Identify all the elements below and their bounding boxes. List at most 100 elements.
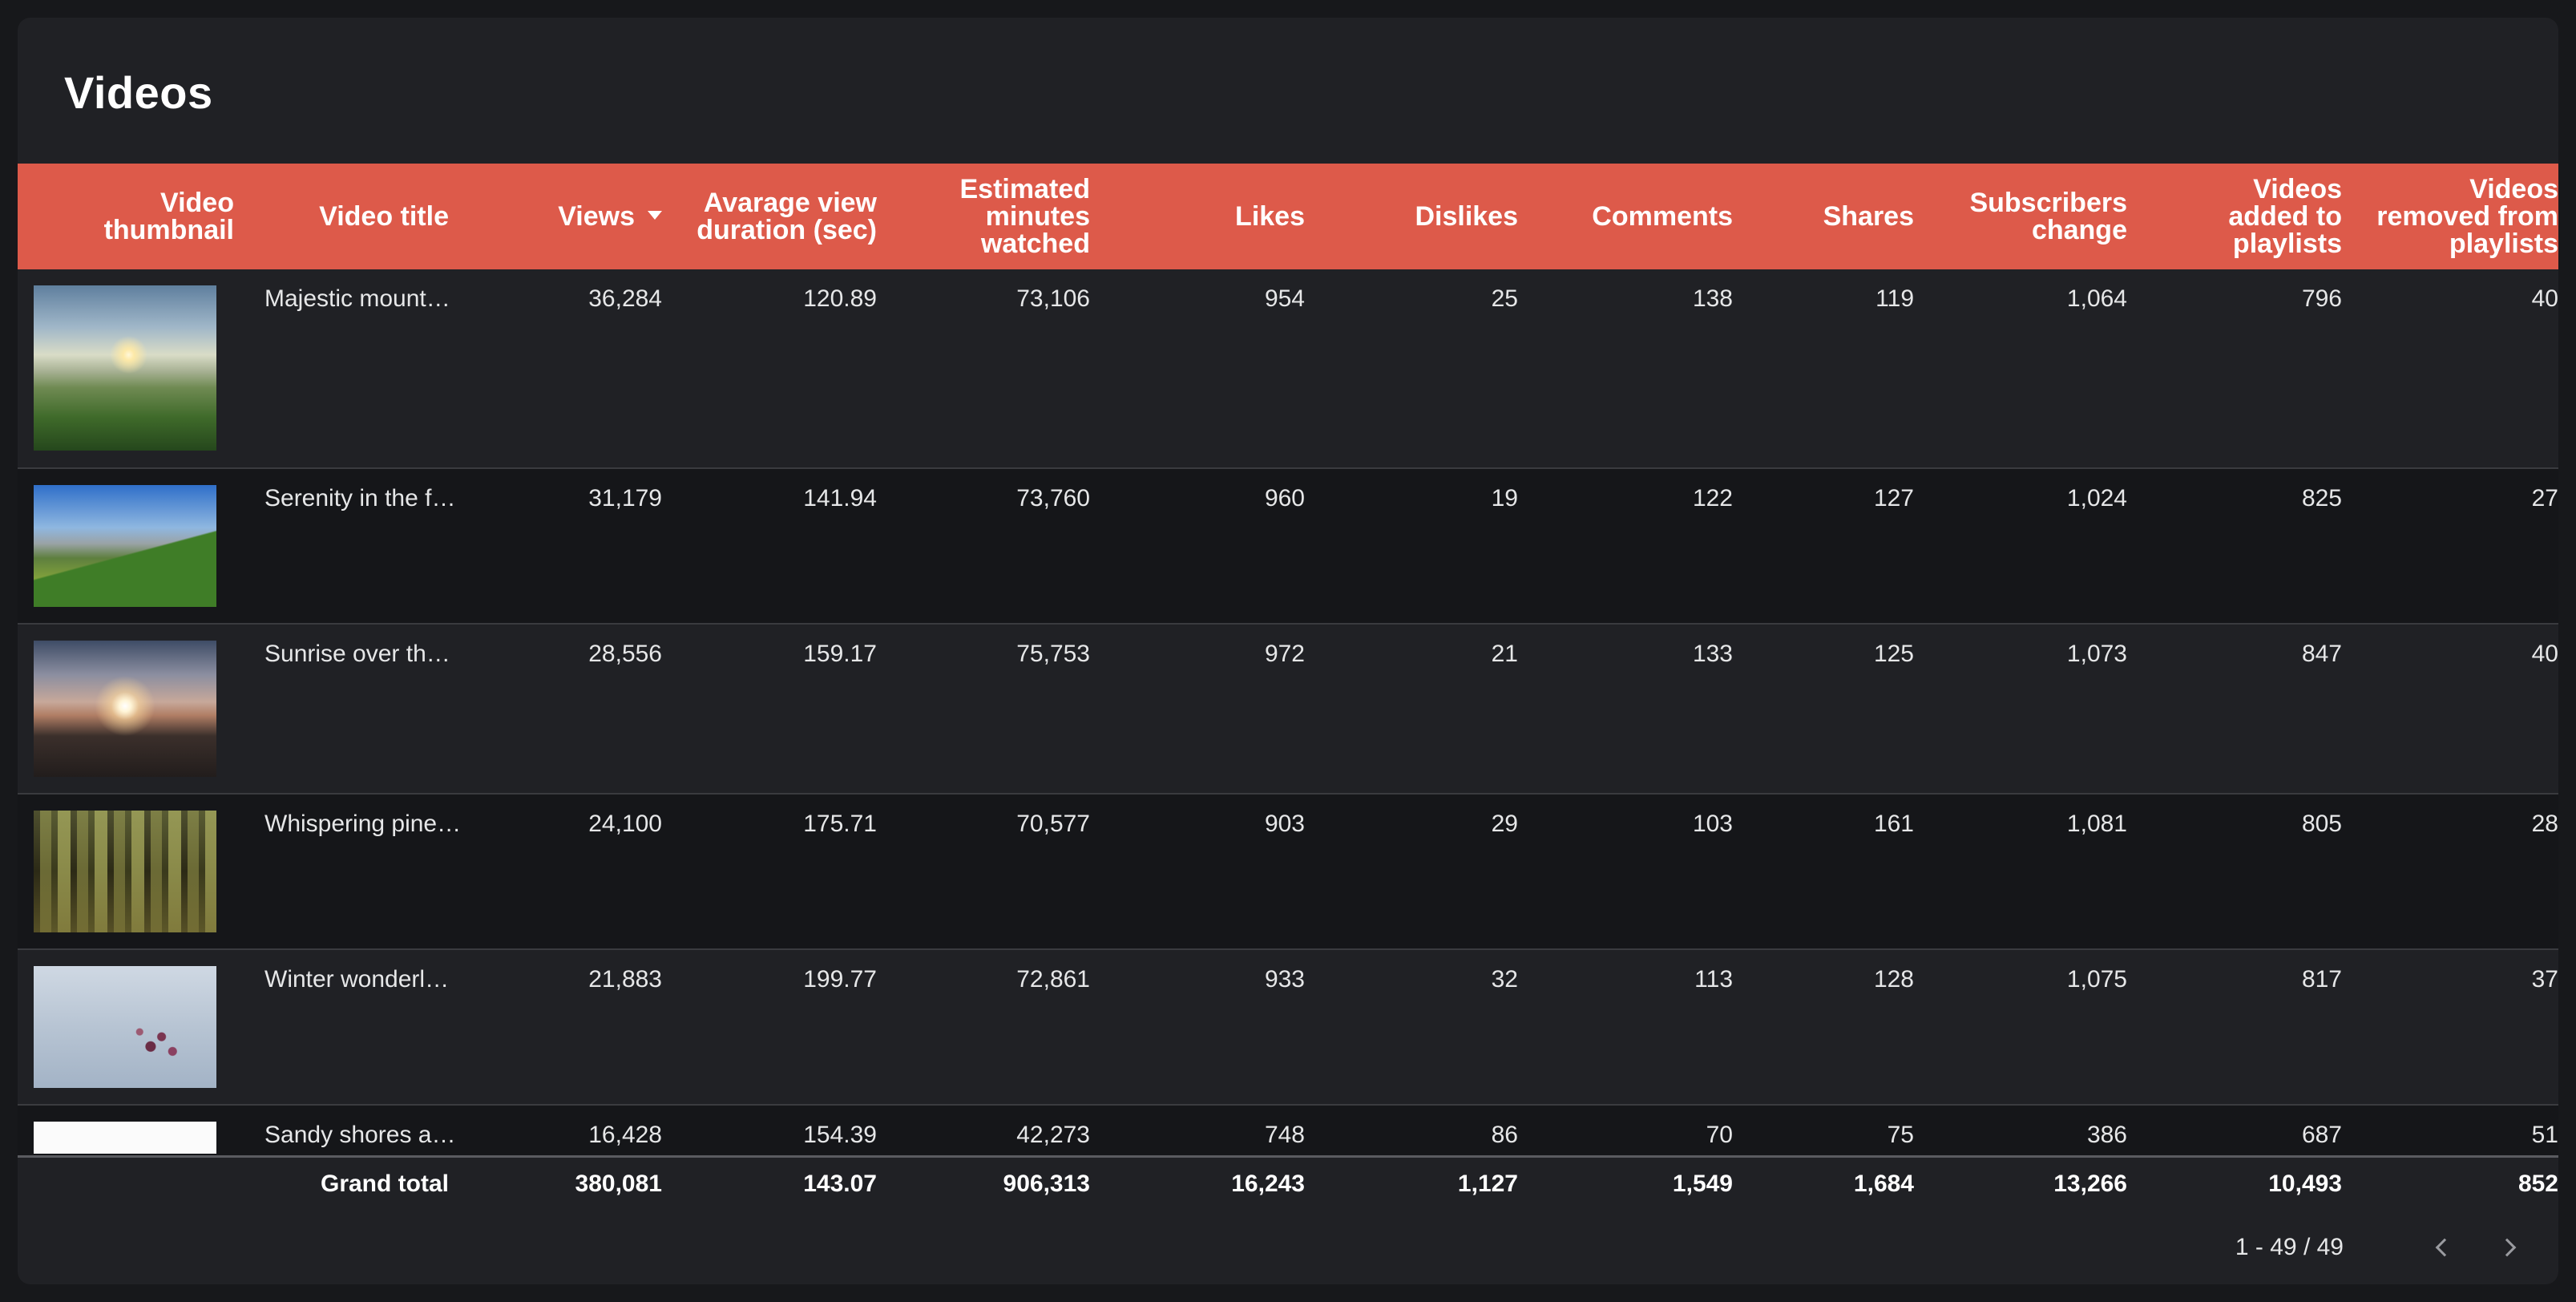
column-header-likes[interactable]: Likes [1106,164,1321,269]
added-playlists-value: 825 [2143,468,2358,625]
pagination-range: 1 - 49 / 49 [2235,1234,2344,1260]
total-dislikes: 1,127 [1457,1170,1518,1197]
shares-value: 119 [1749,269,1930,469]
chevron-left-icon [2435,1238,2454,1257]
pine-forest-image[interactable] [34,811,216,932]
comments-value: 70 [1706,1122,1733,1148]
video-title[interactable]: Sandy shores a… [250,1105,465,1156]
removed-playlists-value: 27 [2358,468,2558,625]
column-header-comments[interactable]: Comments [1534,164,1749,269]
total-avg-duration: 143.07 [803,1170,877,1197]
dislikes-value: 25 [1321,269,1534,469]
next-page-button[interactable] [2489,1230,2525,1265]
pagination: 1 - 49 / 49 [2235,1230,2525,1265]
avg-duration-value: 154.39 [803,1122,877,1148]
subscribers-value: 1,075 [1930,949,2143,1106]
videos-table: Video thumbnail Video title Views Avarag… [18,164,2558,1211]
column-header-shares[interactable]: Shares [1749,164,1930,269]
video-title[interactable]: Majestic mount… [250,269,465,469]
added-playlists-value: 805 [2143,794,2358,950]
page-title: Videos [64,67,213,118]
minutes-value: 72,861 [893,949,1106,1106]
comments-value: 133 [1534,624,1749,795]
removed-playlists-value: 28 [2358,794,2558,950]
shares-value: 127 [1749,468,1930,625]
total-removed-playlists: 852 [2517,1170,2558,1197]
views-value: 24,100 [465,794,678,950]
total-added-playlists: 10,493 [2268,1170,2342,1197]
sunset-sea-image[interactable] [34,641,216,777]
sandy-beach-image[interactable] [34,1122,216,1154]
subscribers-value: 1,024 [1930,468,2143,625]
views-value: 16,428 [588,1122,662,1148]
removed-playlists-value: 40 [2358,624,2558,795]
column-header-title[interactable]: Video title [250,164,465,269]
dislikes-value: 29 [1321,794,1534,950]
avg-duration-value: 120.89 [678,269,893,469]
added-playlists-value: 687 [2301,1122,2342,1148]
total-views: 380,081 [575,1170,662,1197]
column-header-minutes[interactable]: Estimated minutes watched [893,164,1106,269]
column-header-subscribers[interactable]: Subscribers change [1930,164,2143,269]
views-value: 28,556 [465,624,678,795]
table-row[interactable]: Majestic mount… 36,284 120.89 73,106 954… [18,269,2558,469]
likes-value: 933 [1106,949,1321,1106]
videos-table-container: Video thumbnail Video title Views Avarag… [18,164,2558,1211]
table-row[interactable]: Serenity in the f… 31,179 141.94 73,760 … [18,468,2558,625]
dislikes-value: 19 [1321,468,1534,625]
total-comments: 1,549 [1672,1170,1733,1197]
minutes-value: 73,106 [893,269,1106,469]
video-title[interactable]: Whispering pine… [250,794,465,950]
grand-total-label: Grand total [320,1170,449,1197]
previous-page-button[interactable] [2427,1230,2462,1265]
winter-berries-image[interactable] [34,966,216,1088]
column-header-removed-playlists[interactable]: Videos removed from playlists [2358,164,2558,269]
table-row[interactable]: Sandy shores a… 16,428 154.39 42,273 748… [18,1105,2558,1156]
added-playlists-value: 817 [2143,949,2358,1106]
table-row[interactable]: Sunrise over th… 28,556 159.17 75,753 97… [18,624,2558,795]
subscribers-value: 386 [2086,1122,2127,1148]
table-row[interactable]: Whispering pine… 24,100 175.71 70,577 90… [18,794,2558,950]
likes-value: 954 [1106,269,1321,469]
avg-duration-value: 141.94 [678,468,893,625]
views-value: 31,179 [465,468,678,625]
column-header-added-playlists[interactable]: Videos added to playlists [2143,164,2358,269]
subscribers-value: 1,081 [1930,794,2143,950]
removed-playlists-value: 37 [2358,949,2558,1106]
total-minutes: 906,313 [1003,1170,1090,1197]
avg-duration-value: 175.71 [678,794,893,950]
column-header-avg-duration[interactable]: Avarage view duration (sec) [678,164,893,269]
removed-playlists-value: 40 [2358,269,2558,469]
removed-playlists-value: 51 [2531,1122,2558,1148]
shares-value: 125 [1749,624,1930,795]
column-header-thumbnail[interactable]: Video thumbnail [18,164,250,269]
comments-value: 113 [1534,949,1749,1106]
chevron-right-icon [2497,1238,2517,1257]
video-title[interactable]: Serenity in the f… [250,468,465,625]
minutes-value: 75,753 [893,624,1106,795]
video-title[interactable]: Sunrise over th… [250,624,465,795]
views-value: 21,883 [465,949,678,1106]
minutes-value: 42,273 [1016,1122,1090,1148]
column-header-views[interactable]: Views [465,164,678,269]
table-row[interactable]: Winter wonderl… 21,883 199.77 72,861 933… [18,949,2558,1106]
subscribers-value: 1,073 [1930,624,2143,795]
dislikes-value: 86 [1491,1122,1518,1148]
total-subscribers: 13,266 [2053,1170,2127,1197]
dislikes-value: 21 [1321,624,1534,795]
mountain-sunrise-image[interactable] [34,285,216,451]
sort-desc-icon [648,210,662,220]
column-header-dislikes[interactable]: Dislikes [1321,164,1534,269]
videos-card: Videos Video thumbnail Video title Views… [18,18,2558,1284]
video-title[interactable]: Winter wonderl… [250,949,465,1106]
minutes-value: 70,577 [893,794,1106,950]
likes-value: 972 [1106,624,1321,795]
avg-duration-value: 199.77 [678,949,893,1106]
table-header-row: Video thumbnail Video title Views Avarag… [18,164,2558,269]
likes-value: 960 [1106,468,1321,625]
total-likes: 16,243 [1231,1170,1305,1197]
comments-value: 103 [1534,794,1749,950]
shares-value: 161 [1749,794,1930,950]
meadow-forest-image[interactable] [34,485,216,607]
subscribers-value: 1,064 [1930,269,2143,469]
